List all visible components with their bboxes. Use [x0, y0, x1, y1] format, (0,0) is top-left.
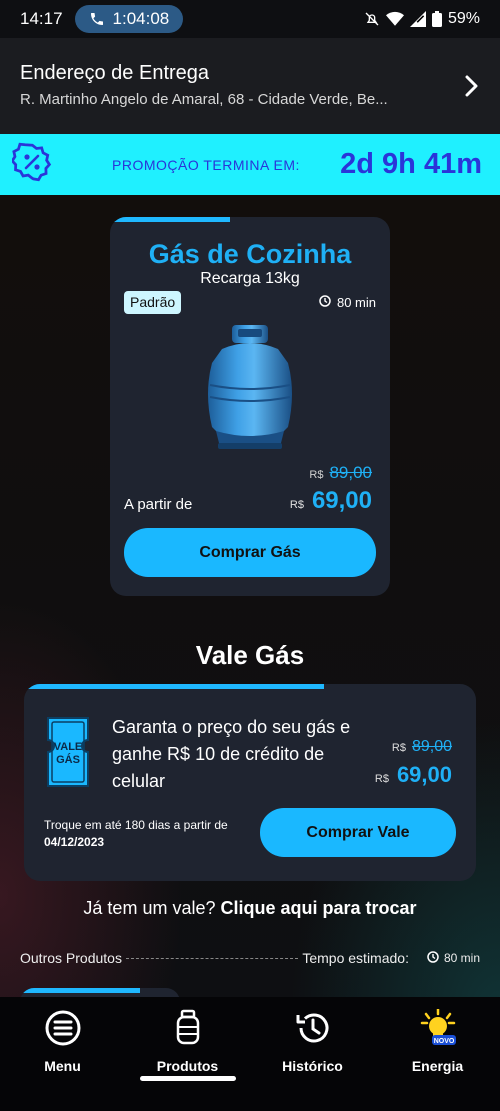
gas-cylinder-icon: [169, 1009, 207, 1052]
promo-label: PROMOÇÃO TERMINA EM:: [112, 156, 300, 173]
nav-label-historico: Histórico: [282, 1058, 343, 1074]
ongoing-call-pill[interactable]: 1:04:08: [74, 5, 184, 33]
card-accent-line: [20, 988, 140, 993]
old-price: R$ 89,00: [309, 463, 372, 483]
vale-old-price: R$ 89,00: [392, 738, 452, 756]
delivery-address-header[interactable]: Endereço de Entrega R. Martinho Angelo d…: [0, 38, 500, 134]
promo-banner: PROMOÇÃO TERMINA EM: 2d 9h 41m: [0, 134, 500, 195]
ticket-text-2: GÁS: [56, 753, 80, 766]
currency-label: R$: [309, 469, 324, 481]
current-price-value: 69,00: [311, 487, 372, 514]
battery-icon: [431, 11, 442, 27]
status-time: 14:17: [20, 9, 63, 28]
vale-section-title: Vale Gás: [195, 640, 305, 670]
currency-label: R$: [391, 742, 406, 754]
phone-icon: [89, 11, 105, 27]
battery-percent: 59%: [447, 10, 480, 27]
energy-bulb-icon: NOVO: [418, 1007, 458, 1052]
promo-countdown: 2d 9h 41m: [340, 148, 482, 180]
vale-validity-note: Troque em até 180 dias a partir de 04/12…: [44, 817, 228, 851]
nav-label-menu: Menu: [44, 1058, 81, 1074]
clock-icon: [427, 950, 439, 966]
eta-label: Tempo estimado:: [302, 950, 409, 966]
vale-current-price-value: 69,00: [396, 762, 452, 787]
call-duration: 1:04:08: [112, 9, 170, 28]
address-text: R. Martinho Angelo de Amaral, 68 - Cidad…: [20, 91, 388, 108]
redeem-link[interactable]: Clique aqui para trocar: [221, 898, 417, 918]
vale-old-price-value: 89,00: [411, 738, 452, 755]
address-title: Endereço de Entrega: [20, 62, 210, 84]
gas-cylinder-image: [198, 323, 302, 458]
nav-item-produtos[interactable]: Produtos: [125, 997, 250, 1111]
card-accent-line: [110, 217, 230, 222]
home-indicator[interactable]: [140, 1076, 236, 1081]
discount-badge-icon: [10, 142, 52, 187]
gas-product-card[interactable]: Gás de Cozinha Recarga 13kg Padrão 80 mi…: [110, 217, 390, 596]
mute-bell-icon: [364, 11, 380, 27]
other-products-label: Outros Produtos: [20, 950, 122, 966]
menu-icon: [44, 1009, 82, 1052]
bottom-navigation: Menu Produtos Histórico NOVO Energia: [0, 997, 500, 1111]
nav-label-produtos: Produtos: [156, 1058, 219, 1074]
status-icons: 59%: [364, 10, 480, 28]
status-bar: 14:17 1:04:08 59%: [0, 0, 500, 38]
nav-item-menu[interactable]: Menu: [0, 997, 125, 1111]
product-subtitle: Recarga 13kg: [200, 270, 300, 287]
vale-gas-card[interactable]: VALE GÁS Garanta o preço do seu gás e ga…: [24, 684, 476, 881]
chevron-right-icon[interactable]: [464, 74, 478, 103]
redeem-vale-prompt: Já tem um vale? Clique aqui para trocar: [0, 898, 500, 919]
delivery-time-value: 80 min: [336, 295, 376, 310]
vale-note-text: Troque em até 180 dias a partir de: [44, 818, 228, 832]
buy-vale-button[interactable]: Comprar Vale: [260, 808, 456, 857]
ticket-text-1: VALE: [54, 741, 83, 753]
standard-badge: Padrão: [124, 291, 182, 314]
history-icon: [294, 1009, 332, 1052]
vale-current-price: R$ 69,00: [375, 762, 452, 788]
estimated-time: Tempo estimado: 80 min: [302, 950, 480, 966]
redeem-question: Já tem um vale?: [83, 898, 216, 918]
currency-label: R$: [289, 499, 304, 511]
nav-label-energia: Energia: [411, 1058, 464, 1074]
product-title: Gás de Cozinha: [148, 239, 352, 269]
wifi-icon: [385, 11, 404, 27]
buy-gas-button[interactable]: Comprar Gás: [124, 528, 376, 577]
current-price: R$ 69,00: [290, 487, 372, 515]
new-badge: NOVO: [433, 1038, 454, 1045]
vale-description: Garanta o preço do seu gás e ganhe R$ 10…: [112, 717, 351, 791]
other-products-header: Outros Produtos Tempo estimado: 80 min: [20, 950, 480, 966]
dashed-divider: [125, 957, 299, 959]
nav-item-historico[interactable]: Histórico: [250, 997, 375, 1111]
old-price-value: 89,00: [329, 463, 372, 482]
vale-note-date: 04/12/2023: [44, 835, 105, 849]
signal-icon: [409, 11, 426, 27]
vale-ticket-icon: VALE GÁS: [44, 716, 92, 793]
nav-item-energia[interactable]: NOVO Energia: [375, 997, 500, 1111]
delivery-time: 80 min: [319, 295, 376, 310]
clock-icon: [319, 295, 331, 310]
from-label: A partir de: [124, 496, 193, 513]
eta-value: 80 min: [443, 951, 480, 965]
currency-label: R$: [374, 773, 389, 785]
eta-value-wrap: 80 min: [427, 950, 480, 966]
card-accent-line: [24, 684, 324, 689]
